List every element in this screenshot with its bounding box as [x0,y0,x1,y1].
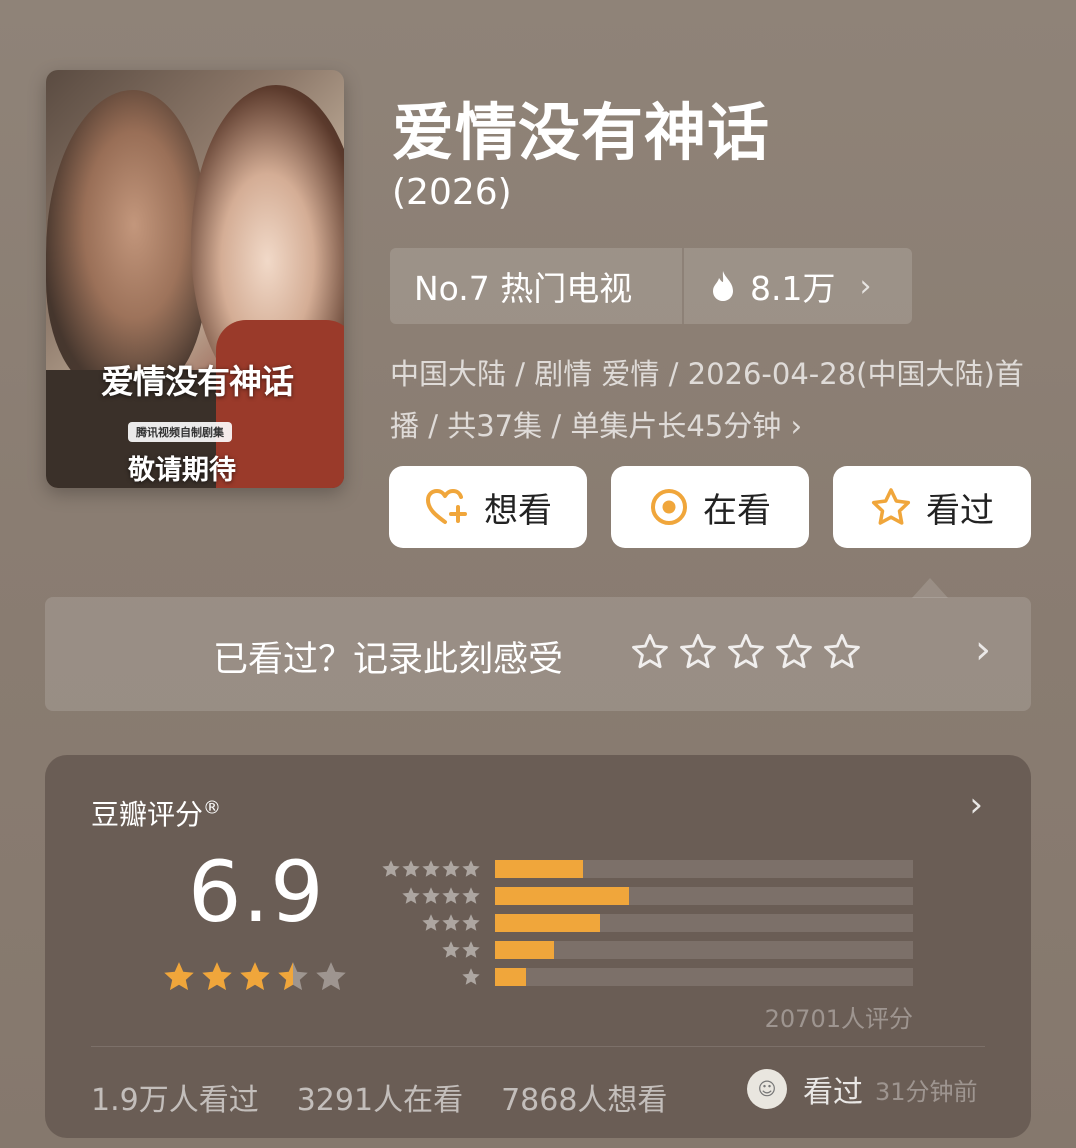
star-outline-icon[interactable] [823,633,861,671]
rating-bar-fill [495,886,629,905]
small-star-icon [462,967,480,985]
rating-bar-track [495,967,913,986]
small-star-icon [402,886,420,904]
poster-title-art: 爱情没有神话 [101,362,294,401]
chevron-right-icon[interactable]: › [969,785,983,825]
avatar[interactable]: ☺ [747,1069,787,1109]
watching-button-label: 在看 [703,490,771,531]
small-star-icon [442,859,460,877]
small-star-icon [422,913,440,931]
stat-want[interactable]: 7868人想看 [501,1075,667,1119]
stat-watched[interactable]: 1.9万人看过 [91,1075,259,1119]
star-outline-icon[interactable] [679,633,717,671]
rating-bar-track [495,913,913,932]
rating-bar-row [375,855,913,882]
rating-bar-stars [375,886,495,906]
rating-score: 6.9 [188,843,325,941]
watch-stats: 1.9万人看过 3291人在看 7868人想看 [91,1075,667,1119]
rating-bar-row [375,963,913,990]
rating-bar-stars [375,967,495,987]
rating-bar-stars [375,859,495,879]
poster-image[interactable]: 爱情没有神话 腾讯视频自制剧集 敬请期待 [46,70,344,488]
friend-time: 31分钟前 [875,1077,978,1106]
chevron-right-icon: › [790,409,803,443]
friend-activity[interactable]: ☺ 看过 31分钟前 [747,1067,978,1111]
rating-bar-stars [375,913,495,933]
small-star-icon [442,886,460,904]
star-icon [871,488,911,525]
rating-input-stars[interactable] [631,633,861,671]
watching-button[interactable]: 在看 [611,466,809,548]
rating-bar-track [495,859,913,878]
watched-button-label: 看过 [926,490,994,531]
rating-count: 20701人评分 [764,1005,913,1033]
rating-bar-track [495,886,913,905]
flame-icon [713,271,733,301]
hot-count: 8.1万 [684,262,835,310]
rating-bar-row [375,909,913,936]
record-feeling-bar[interactable]: 已看过？记录此刻感受 › [45,597,1031,711]
small-star-icon [462,859,480,877]
rating-label-text: 豆瓣评分 [91,798,204,831]
chevron-right-icon: › [975,627,991,673]
poster-actor-left [46,90,206,390]
star-outline-icon[interactable] [727,633,765,671]
small-star-icon [422,859,440,877]
want-button[interactable]: 想看 [389,466,587,548]
rating-bar-fill [495,940,554,959]
star-empty-icon [316,962,346,991]
release-year: (2026) [392,172,512,213]
chevron-right-icon: › [859,268,872,304]
friend-status: 看过 [803,1075,863,1110]
record-prompt: 已看过？记录此刻感受 [213,640,564,680]
small-star-icon [442,913,460,931]
star-filled-icon [240,962,270,991]
want-button-label: 想看 [484,490,552,531]
small-star-icon [402,859,420,877]
douban-rating-card[interactable]: 豆瓣评分® › 6.9 20701人评分 1.9万人看过 3291人在看 786… [45,755,1031,1138]
rating-bar-stars [375,940,495,960]
card-divider [91,1046,985,1047]
meta-info[interactable]: 中国大陆 / 剧情 爱情 / 2026-04-28(中国大陆)首播 / 共37集… [390,348,1040,452]
rating-bar-fill [495,913,600,932]
heart-plus-icon [426,489,467,524]
hot-count-value: 8.1万 [750,269,836,308]
small-star-icon [422,886,440,904]
stat-watching[interactable]: 3291人在看 [297,1075,463,1119]
registered-mark: ® [203,797,222,819]
rating-distribution [375,855,913,990]
star-outline-icon[interactable] [631,633,669,671]
meta-line: 中国大陆 / 剧情 爱情 / 2026-04-28(中国大陆)首播 / 共37集… [390,357,1024,443]
rank-badge[interactable]: No.7 热门电视 8.1万 › [390,248,912,324]
target-icon [651,489,687,525]
star-filled-icon [164,962,194,991]
popover-pointer [912,578,948,598]
small-star-icon [442,940,460,958]
rank-label: No.7 热门电视 [414,269,633,308]
rating-bar-row [375,882,913,909]
small-star-icon [382,859,400,877]
rating-label: 豆瓣评分® [91,793,221,833]
star-filled-icon [202,962,232,991]
rating-bar-row [375,936,913,963]
watched-button[interactable]: 看过 [833,466,1031,548]
small-star-icon [462,886,480,904]
score-stars [162,960,348,994]
star-outline-icon[interactable] [775,633,813,671]
poster-producer-badge: 腾讯视频自制剧集 [128,422,232,442]
rating-bar-fill [495,967,527,986]
rating-bar-fill [495,859,583,878]
star-half-icon [278,962,308,991]
small-star-icon [462,913,480,931]
rating-bar-track [495,940,913,959]
page-title: 爱情没有神话 [392,96,771,169]
poster-coming-text: 敬请期待 [128,455,236,486]
small-star-icon [462,940,480,958]
